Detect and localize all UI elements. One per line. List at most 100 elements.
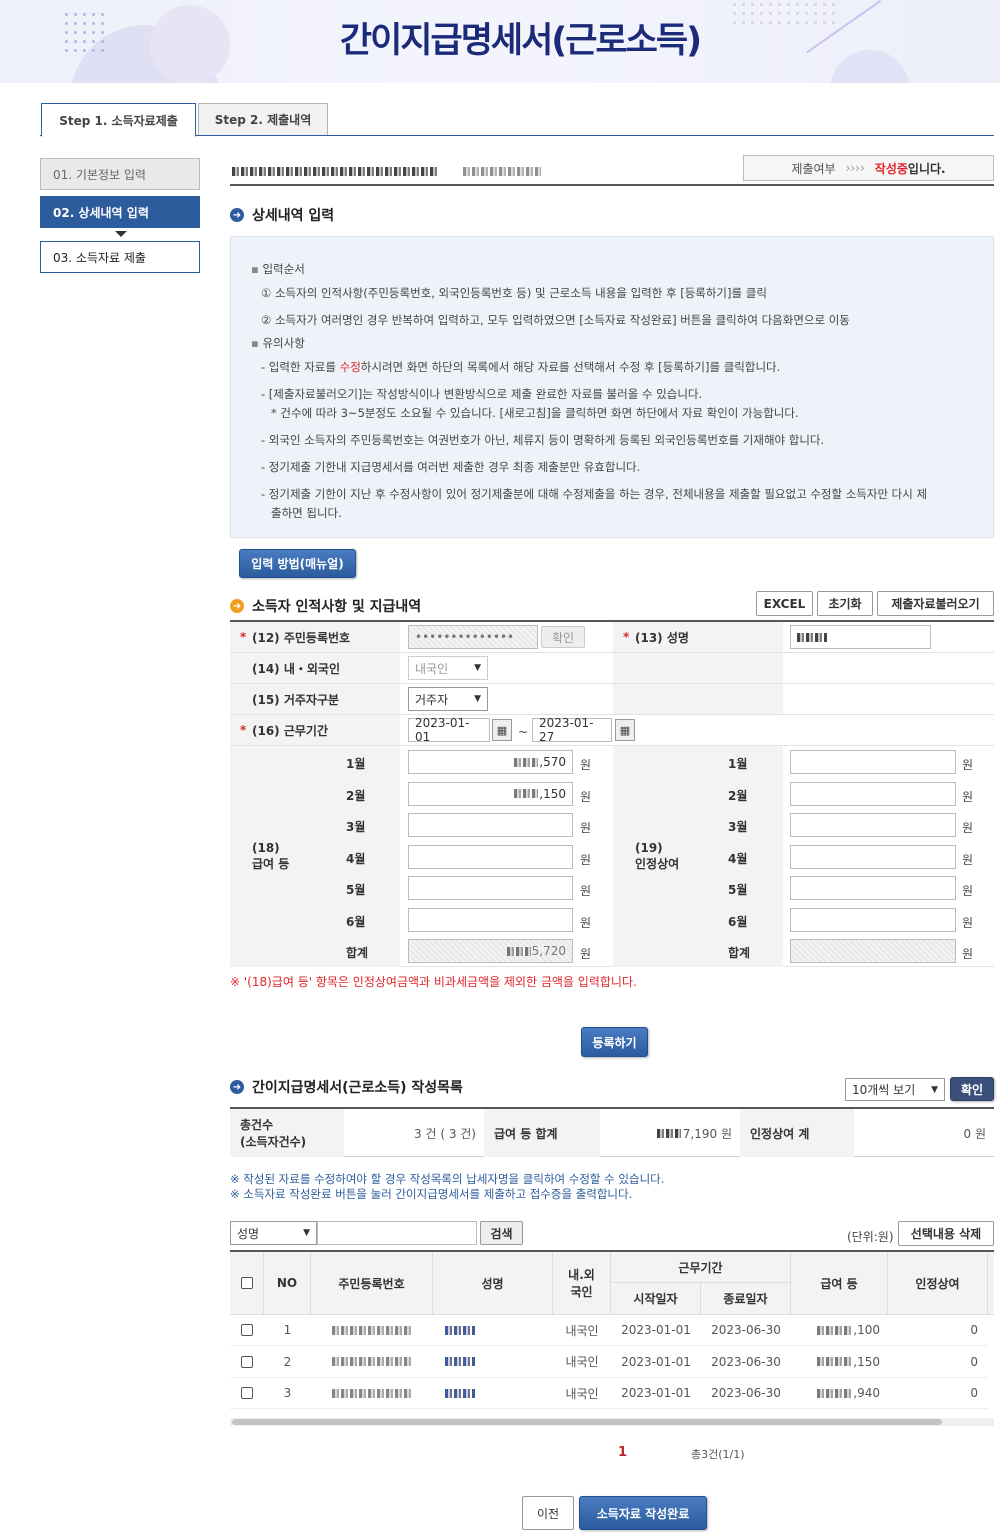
chevron-down-icon: ▼ bbox=[931, 1084, 938, 1095]
guide-order-title: ▪ 입력순서 bbox=[251, 262, 305, 276]
bonus-month-input[interactable] bbox=[790, 876, 956, 900]
taxpayer-info-redacted bbox=[232, 164, 541, 178]
cell-name[interactable] bbox=[433, 1347, 553, 1378]
guide-caution-4: - 정기제출 기한내 지급명세서를 여러번 제출한 경우 최종 제출분만 유효합… bbox=[261, 460, 641, 474]
form-row: * (12) 주민등록번호 •••••••••••••• 확인 * (13) 성명 bbox=[230, 622, 994, 653]
reset-button[interactable]: 초기화 bbox=[817, 591, 873, 616]
row-checkbox-cell bbox=[230, 1315, 264, 1346]
row-checkbox[interactable] bbox=[241, 1324, 253, 1336]
salary-month-input[interactable]: ,150 bbox=[408, 781, 573, 806]
name-input[interactable] bbox=[790, 625, 931, 649]
cell-end: 2023-06-30 bbox=[701, 1378, 791, 1409]
bonus-month-input[interactable] bbox=[790, 844, 956, 869]
salary-month-label: 합계 bbox=[346, 946, 369, 960]
th-bonus: 인정상여 bbox=[888, 1252, 988, 1315]
th-no: NO bbox=[264, 1252, 311, 1315]
tab-step1[interactable]: Step 1. 소득자료제출 bbox=[41, 103, 196, 137]
salary-month-input[interactable]: ,570 bbox=[408, 750, 573, 774]
nationality-label: (14) 내・외국인 bbox=[230, 653, 400, 683]
rrn-label: * (12) 주민등록번호 bbox=[230, 622, 400, 652]
income-form: * (12) 주민등록번호 •••••••••••••• 확인 * (13) 성명 … bbox=[230, 620, 994, 967]
nav-arrow-icon bbox=[115, 231, 127, 237]
guide-caution-title: ▪ 유의사항 bbox=[251, 336, 305, 350]
month-row: 5월 원 5월 원 bbox=[230, 872, 994, 903]
form-row: (15) 거주자구분 거주자 ▼ bbox=[230, 684, 994, 715]
th-overflow bbox=[988, 1252, 994, 1315]
arrow-right-icon: ➜ bbox=[230, 208, 244, 222]
guide-caution-2b: * 건수에 따라 3~5분정도 소요될 수 있습니다. [새로고침]을 클릭하면… bbox=[271, 406, 799, 420]
salary-unit: 원 bbox=[580, 821, 592, 835]
salary-month-input[interactable] bbox=[408, 876, 573, 900]
rrn-input[interactable]: •••••••••••••• bbox=[408, 625, 538, 649]
row-checkbox[interactable] bbox=[241, 1387, 253, 1399]
search-field-select[interactable]: 성명 ▼ bbox=[230, 1221, 317, 1245]
cell-end: 2023-06-30 bbox=[701, 1347, 791, 1378]
salary-month-input[interactable] bbox=[408, 907, 573, 932]
cell-end: 2023-06-30 bbox=[701, 1315, 791, 1346]
cell-nationality: 내국인 bbox=[553, 1378, 611, 1409]
salary-month-input[interactable]: 5,720 bbox=[408, 939, 573, 963]
cell-no: 2 bbox=[264, 1347, 311, 1378]
table-row[interactable]: 3 내국인 2023-01-01 2023-06-30,940 0 bbox=[230, 1378, 994, 1409]
form-title-text: 소득자 인적사항 및 지급내역 bbox=[252, 599, 422, 615]
nationality-select[interactable]: 내국인 ▼ bbox=[408, 656, 488, 680]
guide-order-2: ② 소득자가 여러명인 경우 반복하여 입력하고, 모두 입력하였으면 [소득자… bbox=[261, 313, 850, 327]
table-row[interactable]: 2 내국인 2023-01-01 2023-06-30,150 0 bbox=[230, 1347, 994, 1378]
page-size-select[interactable]: 10개씩 보기 ▼ bbox=[845, 1078, 945, 1101]
table-row[interactable]: 1 내국인 2023-01-01 2023-06-30,100 0 bbox=[230, 1315, 994, 1346]
tab-step2[interactable]: Step 2. 제출내역 bbox=[198, 103, 328, 136]
bonus-month-label: 4월 bbox=[728, 851, 748, 866]
prev-button[interactable]: 이전 bbox=[522, 1496, 574, 1530]
page-current[interactable]: 1 bbox=[618, 1445, 627, 1460]
manual-button[interactable]: 입력 방법(매뉴얼) bbox=[239, 549, 356, 578]
delete-selected-button[interactable]: 선택내용 삭제 bbox=[898, 1221, 994, 1246]
form-section-title: ➜ 소득자 인적사항 및 지급내역 bbox=[230, 596, 421, 616]
salary-month-input[interactable] bbox=[408, 844, 573, 869]
salary-month-input[interactable] bbox=[408, 813, 573, 837]
complete-button[interactable]: 소득자료 작성완료 bbox=[579, 1496, 707, 1530]
cell-rrn bbox=[311, 1378, 433, 1409]
form-row: (14) 내・외국인 내국인 ▼ bbox=[230, 653, 994, 684]
th-name: 성명 bbox=[433, 1252, 553, 1315]
register-button[interactable]: 등록하기 bbox=[581, 1027, 648, 1057]
row-checkbox[interactable] bbox=[241, 1355, 253, 1368]
bonus-month-input[interactable] bbox=[790, 813, 956, 837]
nav-step-submit[interactable]: 03. 소득자료 제출 bbox=[40, 241, 200, 273]
cell-bonus: 0 bbox=[888, 1378, 988, 1409]
page-size-confirm-button[interactable]: 확인 bbox=[950, 1077, 994, 1101]
bonus-month-input[interactable] bbox=[790, 939, 956, 963]
cell-no: 1 bbox=[264, 1315, 311, 1346]
detail-section-title: ➜ 상세내역 입력 bbox=[230, 205, 334, 225]
form-row: * (16) 근무기간 2023-01-01 ▦ ~ 2023-01-27 ▦ bbox=[230, 715, 994, 746]
search-input[interactable] bbox=[317, 1221, 477, 1245]
chevron-down-icon: ▼ bbox=[474, 663, 481, 673]
select-all-checkbox[interactable] bbox=[240, 1277, 253, 1289]
row-checkbox-cell bbox=[230, 1347, 264, 1378]
residency-select[interactable]: 거주자 ▼ bbox=[408, 687, 488, 711]
period-start-input[interactable]: 2023-01-01 bbox=[408, 716, 490, 744]
status-label: 제출여부 bbox=[791, 161, 836, 176]
nav-step-detail[interactable]: 02. 상세내역 입력 bbox=[40, 196, 200, 228]
salary-unit: 원 bbox=[580, 915, 592, 930]
month-row: 3월 원 3월 원 bbox=[230, 809, 994, 840]
table-horizontal-scrollbar[interactable] bbox=[230, 1418, 994, 1426]
arrow-right-icon: ➜ bbox=[230, 1080, 244, 1094]
cell-no: 3 bbox=[264, 1378, 311, 1409]
rrn-confirm-button[interactable]: 확인 bbox=[541, 626, 585, 648]
period-end-input[interactable]: 2023-01-27 bbox=[532, 716, 612, 744]
calendar-icon[interactable]: ▦ bbox=[492, 719, 512, 741]
salary-month-label: 6월 bbox=[346, 914, 366, 929]
bonus-month-input[interactable] bbox=[790, 750, 956, 774]
bonus-month-input[interactable] bbox=[790, 781, 956, 806]
load-submitted-button[interactable]: 제출자료불러오기 bbox=[877, 591, 994, 616]
cell-start: 2023-01-01 bbox=[611, 1315, 701, 1346]
cell-name[interactable] bbox=[433, 1378, 553, 1409]
th-period: 근무기간 bbox=[611, 1252, 791, 1283]
cell-name[interactable] bbox=[433, 1315, 553, 1346]
guide-caution-5a: - 정기제출 기한이 지난 후 수정사항이 있어 정기제출분에 대해 수정제출을… bbox=[261, 487, 928, 501]
scrollbar-thumb[interactable] bbox=[232, 1419, 942, 1425]
nav-step-basic-info[interactable]: 01. 기본정보 입력 bbox=[40, 158, 200, 190]
excel-button[interactable]: EXCEL bbox=[756, 591, 813, 616]
bonus-month-input[interactable] bbox=[790, 907, 956, 932]
search-button[interactable]: 검색 bbox=[480, 1221, 523, 1245]
